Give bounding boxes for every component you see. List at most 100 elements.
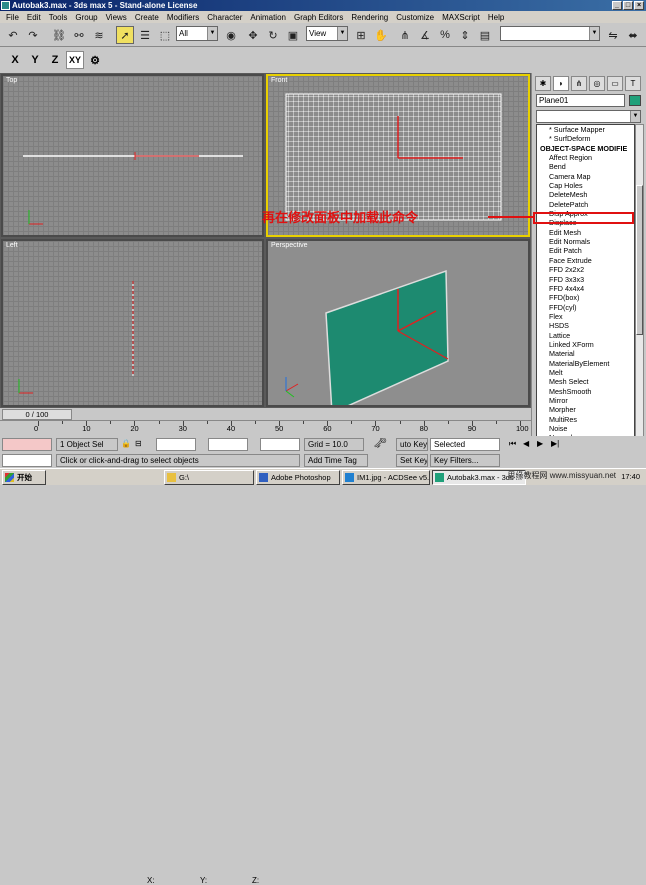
menu-graph-editors[interactable]: Graph Editors — [290, 13, 347, 22]
axis-y-button[interactable]: Y — [26, 51, 44, 69]
modifier-list-item[interactable]: Material — [537, 349, 634, 358]
taskbar-item-photoshop[interactable]: Adobe Photoshop — [256, 470, 340, 485]
modifier-list-item[interactable]: Cap Holes — [537, 181, 634, 190]
redo-icon[interactable]: ↷ — [24, 26, 42, 44]
undo-icon[interactable]: ↶ — [4, 26, 22, 44]
gear-icon[interactable]: ⚙ — [86, 51, 104, 69]
absolute-mode-icon[interactable]: ⊟ — [132, 438, 146, 451]
menu-group[interactable]: Group — [71, 13, 101, 22]
z-coordinate-field[interactable] — [260, 438, 300, 451]
close-button[interactable]: × — [634, 1, 644, 10]
align-icon[interactable]: ⬌ — [624, 26, 642, 44]
rect-select-icon[interactable]: ⬚ — [156, 26, 174, 44]
select-by-name-icon[interactable]: ☰ — [136, 26, 154, 44]
object-color-swatch[interactable] — [629, 95, 641, 106]
modifier-list-item[interactable]: Edit Normals — [537, 237, 634, 246]
select-manipulate-icon[interactable]: ✋ — [372, 26, 390, 44]
modifier-list-item[interactable]: MultiRes — [537, 415, 634, 424]
modifier-list-item[interactable]: Camera Map — [537, 172, 634, 181]
taskbar-item-acdsee[interactable]: IM1.jpg - ACDSee v5.0 — [342, 470, 430, 485]
viewport-left[interactable]: Left — [1, 239, 264, 407]
modifier-list-item[interactable]: Mirror — [537, 396, 634, 405]
add-time-tag-button[interactable]: Add Time Tag — [304, 454, 368, 467]
maxscript-output-mini[interactable] — [2, 454, 52, 467]
modifier-list-dropdown[interactable]: ▼ — [536, 110, 641, 123]
select-object-icon[interactable]: ➚ — [116, 26, 134, 44]
maximize-button[interactable]: □ — [623, 1, 633, 10]
modifier-list-item[interactable]: Bend — [537, 162, 634, 171]
modifier-list-item[interactable]: FFD(box) — [537, 293, 634, 302]
modifier-list-item[interactable]: Noise — [537, 424, 634, 433]
select-link-icon[interactable]: ⛓ — [50, 26, 68, 44]
timeline-ruler[interactable]: 0 10 20 30 40 50 60 70 80 90 100 — [0, 420, 531, 434]
selection-filter-dropdown[interactable]: All ▼ — [176, 26, 218, 41]
x-coordinate-field[interactable] — [156, 438, 196, 451]
modifier-list-item[interactable]: MeshSmooth — [537, 387, 634, 396]
menu-character[interactable]: Character — [203, 13, 246, 22]
scale-icon[interactable]: ▣ — [284, 26, 302, 44]
modifier-list-item[interactable]: Edit Mesh — [537, 228, 634, 237]
menu-modifiers[interactable]: Modifiers — [163, 13, 203, 22]
modifier-list-item[interactable]: Affect Region — [537, 153, 634, 162]
modifier-list-item[interactable]: Face Extrude — [537, 256, 634, 265]
modifier-list-item[interactable]: FFD(cyl) — [537, 303, 634, 312]
modifier-list-item[interactable]: * Surface Mapper — [537, 125, 634, 134]
menu-maxscript[interactable]: MAXScript — [438, 13, 484, 22]
modifier-list-item[interactable]: FFD 4x4x4 — [537, 284, 634, 293]
key-icon[interactable]: 🗝 — [370, 438, 392, 451]
time-slider-track[interactable]: 0 / 100 — [0, 408, 531, 420]
named-selection-dropdown[interactable]: ▼ — [500, 26, 600, 41]
hierarchy-tab-icon[interactable]: ⋔ — [571, 76, 587, 91]
menu-edit[interactable]: Edit — [23, 13, 45, 22]
menu-tools[interactable]: Tools — [45, 13, 72, 22]
key-filters-button[interactable]: Key Filters... — [430, 454, 500, 467]
display-tab-icon[interactable]: ▭ — [607, 76, 623, 91]
create-tab-icon[interactable]: ✱ — [535, 76, 551, 91]
lock-icon[interactable]: 🔒 — [118, 438, 130, 451]
menu-customize[interactable]: Customize — [392, 13, 438, 22]
next-frame-icon[interactable]: ▶| — [548, 438, 560, 451]
auto-key-button[interactable]: uto Key — [396, 438, 428, 451]
motion-tab-icon[interactable]: ◎ — [589, 76, 605, 91]
modifier-list-item[interactable]: HSDS — [537, 321, 634, 330]
reference-coord-dropdown[interactable]: View ▼ — [306, 26, 348, 41]
play-icon[interactable]: ▶ — [534, 438, 546, 451]
modifier-list-item[interactable]: FFD 2x2x2 — [537, 265, 634, 274]
menu-rendering[interactable]: Rendering — [347, 13, 392, 22]
key-mode-dropdown[interactable]: Selected — [430, 438, 500, 451]
rotate-icon[interactable]: ↻ — [264, 26, 282, 44]
axis-z-button[interactable]: Z — [46, 51, 64, 69]
mirror-icon[interactable]: ⇋ — [604, 26, 622, 44]
menu-views[interactable]: Views — [102, 13, 131, 22]
modifier-list-item[interactable]: DeletePatch — [537, 200, 634, 209]
modifier-list-item[interactable]: Lattice — [537, 331, 634, 340]
pivot-center-icon[interactable]: ⊞ — [352, 26, 370, 44]
modifier-list-item[interactable]: DeleteMesh — [537, 190, 634, 199]
time-slider-thumb[interactable]: 0 / 100 — [2, 409, 72, 420]
modifier-list-item[interactable]: Mesh Select — [537, 377, 634, 386]
modifier-list-item[interactable]: Linked XForm — [537, 340, 634, 349]
object-name-field[interactable]: Plane01 — [536, 94, 625, 107]
unlink-icon[interactable]: ⚯ — [70, 26, 88, 44]
modifier-list-item[interactable]: Melt — [537, 368, 634, 377]
modifier-list[interactable]: * Surface Mapper * SurfDeform OBJECT-SPACE… — [536, 124, 635, 457]
modifier-list-item[interactable]: FFD 3x3x3 — [537, 275, 634, 284]
modify-tab-icon[interactable]: ◗ — [553, 76, 569, 91]
percent-snap-icon[interactable]: % — [436, 26, 454, 44]
start-button[interactable]: 开始 — [2, 470, 46, 485]
axis-x-button[interactable]: X — [6, 51, 24, 69]
menu-create[interactable]: Create — [131, 13, 163, 22]
angle-snap-icon[interactable]: ∡ — [416, 26, 434, 44]
viewport-perspective[interactable]: Perspective — [266, 239, 530, 407]
window-crossing-icon[interactable]: ◉ — [222, 26, 240, 44]
maxscript-listener-mini[interactable] — [2, 438, 52, 451]
goto-start-icon[interactable]: ⏮ — [506, 438, 518, 451]
prev-frame-icon[interactable]: ◀ — [520, 438, 532, 451]
modifier-list-item[interactable]: * SurfDeform — [537, 134, 634, 143]
modifier-list-item[interactable]: Edit Patch — [537, 246, 634, 255]
viewport-top[interactable]: Top — [1, 74, 264, 237]
modifier-list-item[interactable]: Flex — [537, 312, 634, 321]
spinner-snap-icon[interactable]: ⇕ — [456, 26, 474, 44]
menu-animation[interactable]: Animation — [246, 13, 290, 22]
set-key-button[interactable]: Set Key — [396, 454, 428, 467]
